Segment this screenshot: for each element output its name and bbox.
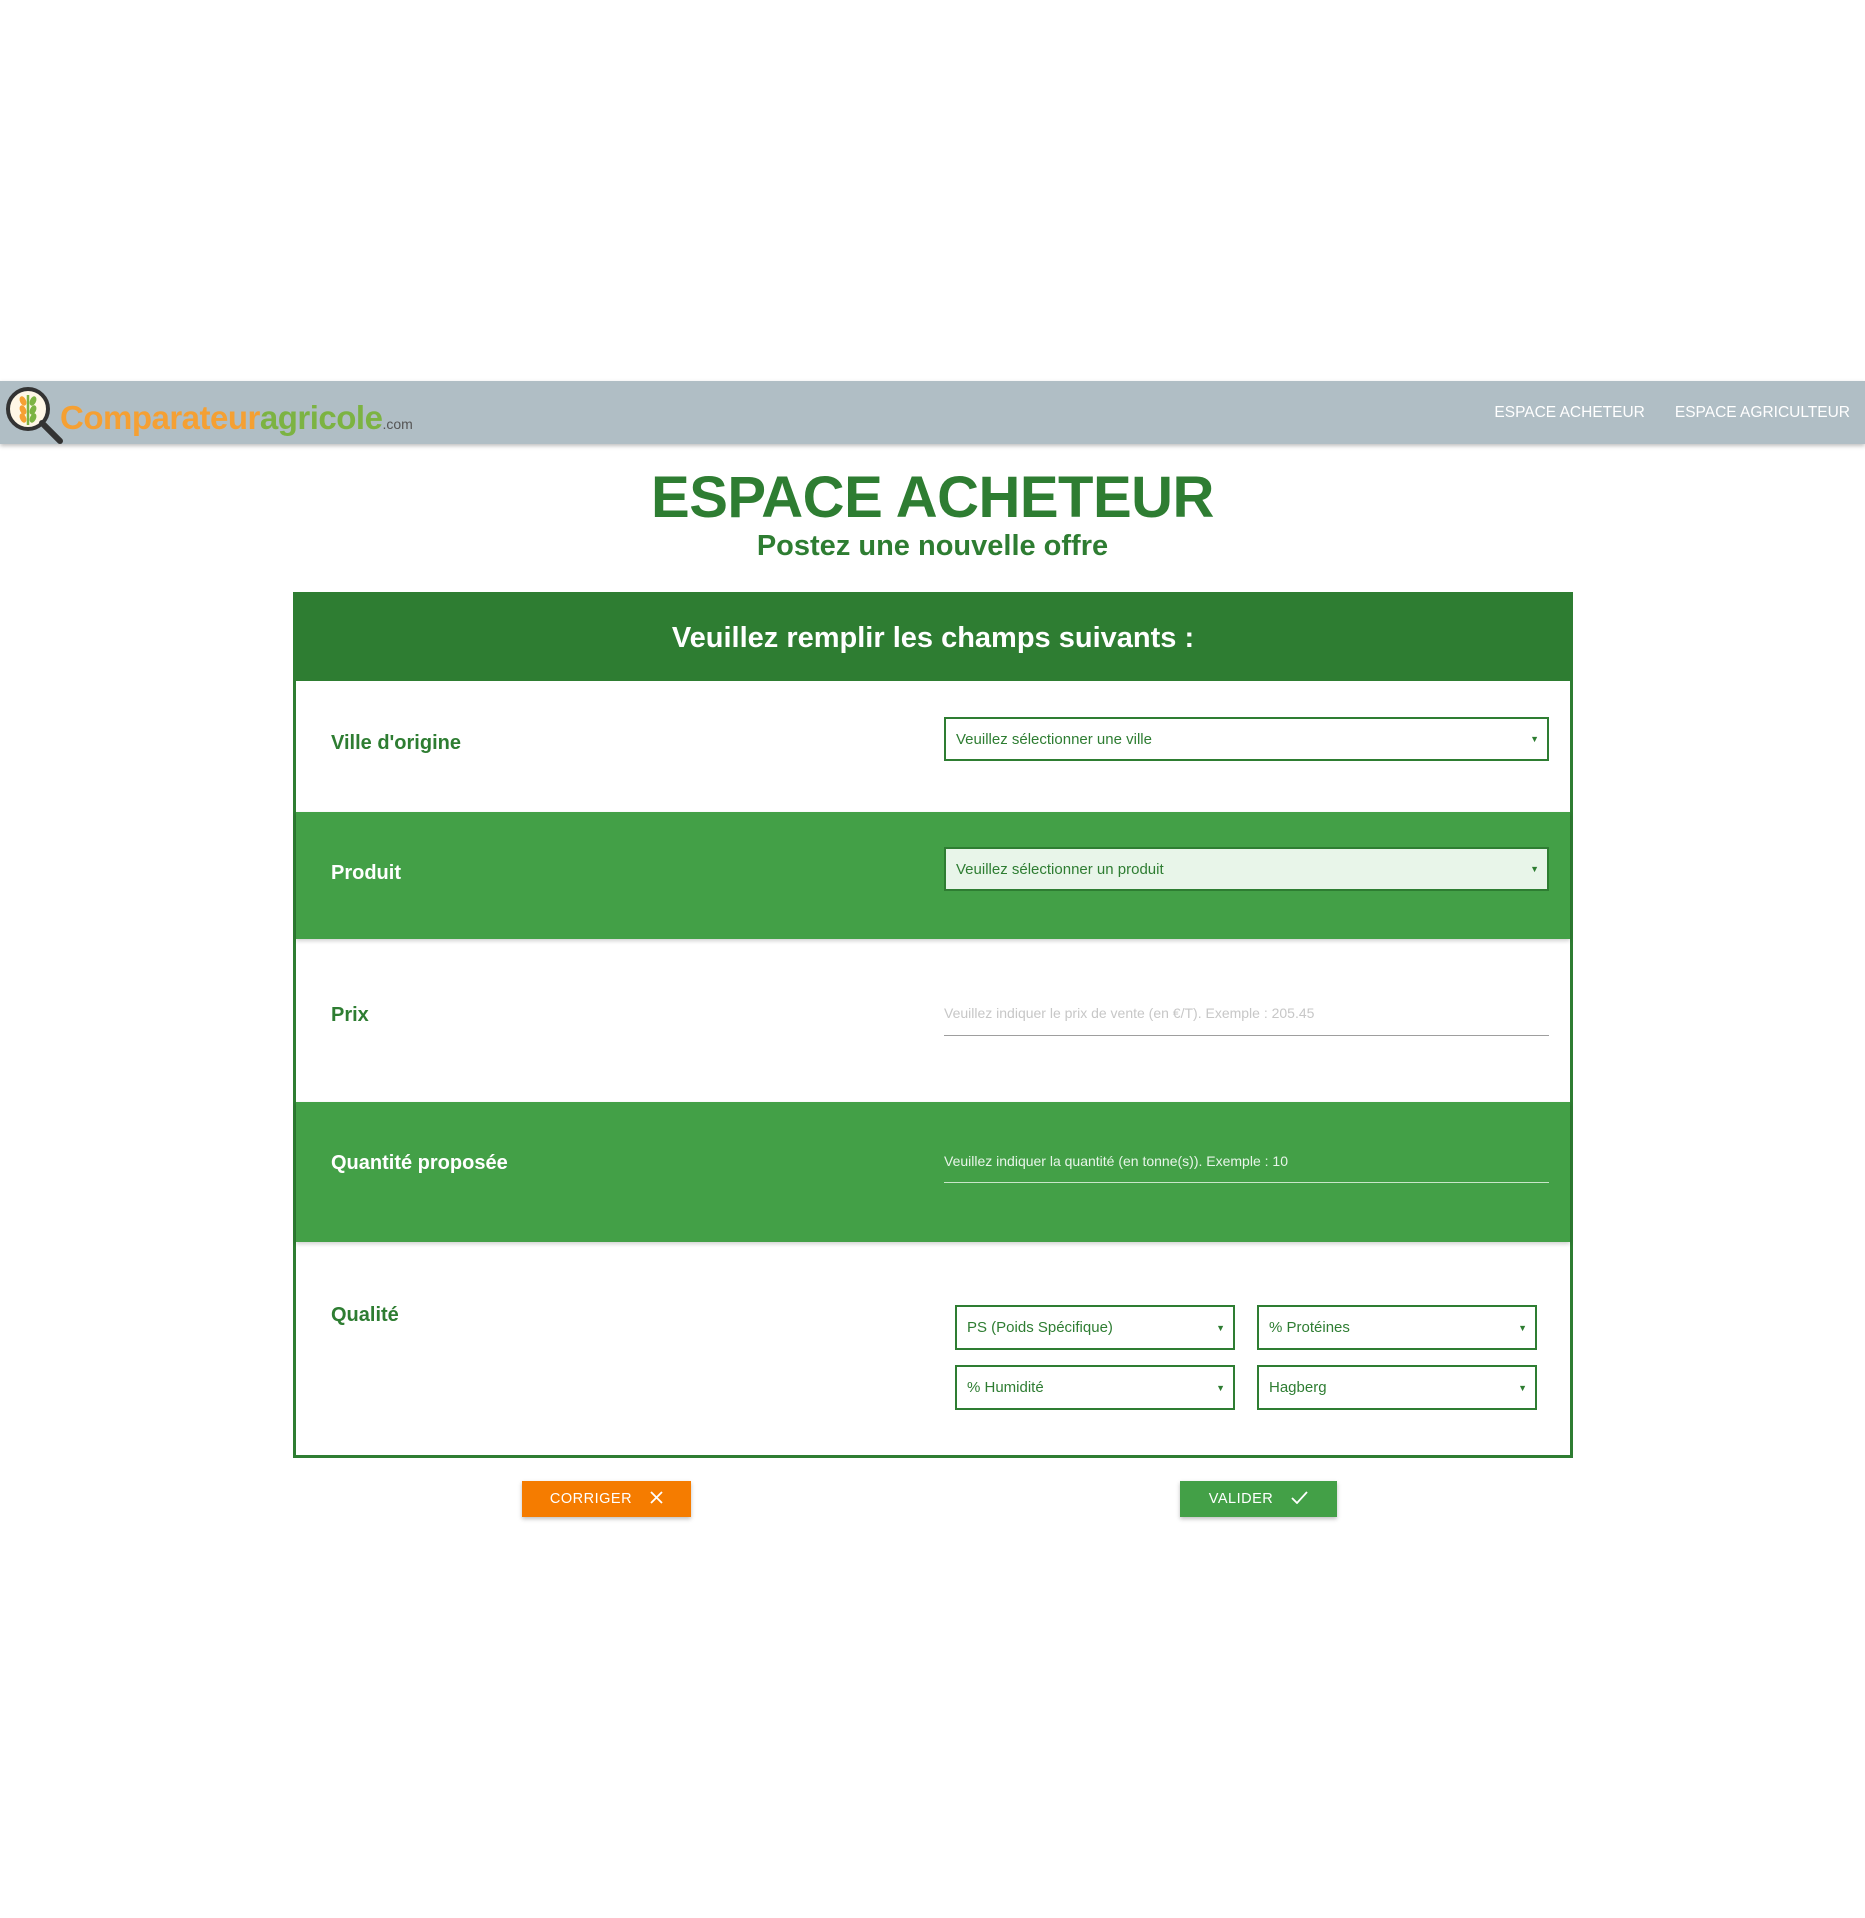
proteines-select-value: % Protéines xyxy=(1269,1319,1350,1336)
quantite-label: Quantité proposée xyxy=(331,1152,508,1174)
nav-links: ESPACE ACHETEUR ESPACE AGRICULTEUR xyxy=(1494,381,1850,444)
form-header: Veuillez remplir les champs suivants : xyxy=(296,595,1570,681)
ps-select-value: PS (Poids Spécifique) xyxy=(967,1319,1113,1336)
row-ville: Ville d'origine Veuillez sélectionner un… xyxy=(296,681,1570,812)
prix-input-underline xyxy=(944,1035,1549,1036)
hagberg-select[interactable]: Hagberg ▼ xyxy=(1257,1365,1537,1410)
quantite-input-underline xyxy=(944,1182,1549,1183)
chevron-down-icon: ▼ xyxy=(1530,734,1539,744)
ville-select[interactable]: Veuillez sélectionner une ville ▼ xyxy=(944,717,1549,761)
logo-text: Comparateuragricole.com xyxy=(60,401,413,434)
valider-button-label: VALIDER xyxy=(1208,1491,1274,1507)
ville-label: Ville d'origine xyxy=(331,732,461,754)
close-icon xyxy=(650,1490,663,1508)
site-logo[interactable]: Comparateuragricole.com xyxy=(2,383,413,445)
produit-label: Produit xyxy=(331,862,401,884)
chevron-down-icon: ▼ xyxy=(1518,1322,1527,1333)
chevron-down-icon: ▼ xyxy=(1530,864,1539,874)
humidite-select[interactable]: % Humidité ▼ xyxy=(955,1365,1235,1410)
chevron-down-icon: ▼ xyxy=(1518,1382,1527,1393)
nav-espace-acheteur[interactable]: ESPACE ACHETEUR xyxy=(1494,404,1644,422)
prix-label: Prix xyxy=(331,1004,369,1026)
proteines-select[interactable]: % Protéines ▼ xyxy=(1257,1305,1537,1350)
page-title: ESPACE ACHETEUR xyxy=(651,465,1214,530)
corriger-button[interactable]: CORRIGER xyxy=(522,1481,691,1517)
hagberg-select-value: Hagberg xyxy=(1269,1379,1327,1396)
quantite-input[interactable] xyxy=(944,1141,1549,1181)
chevron-down-icon: ▼ xyxy=(1216,1322,1225,1333)
row-prix: Prix xyxy=(296,939,1570,1102)
produit-select[interactable]: Veuillez sélectionner un produit ▼ xyxy=(944,847,1549,891)
logo-text-part1: Comparateur xyxy=(60,398,260,436)
offer-form: Veuillez remplir les champs suivants : V… xyxy=(293,592,1573,1458)
logo-text-suffix: .com xyxy=(382,415,413,432)
qualite-label: Qualité xyxy=(331,1304,399,1326)
row-qualite: Qualité PS (Poids Spécifique) ▼ % Protéi… xyxy=(296,1242,1570,1455)
row-produit: Produit Veuillez sélectionner un produit… xyxy=(296,812,1570,939)
check-icon xyxy=(1291,1490,1308,1508)
ville-select-value: Veuillez sélectionner une ville xyxy=(956,730,1152,748)
chevron-down-icon: ▼ xyxy=(1216,1382,1225,1393)
logo-text-part2: agricole xyxy=(259,398,383,436)
navbar: Comparateuragricole.com ESPACE ACHETEUR … xyxy=(0,381,1865,444)
corriger-button-label: CORRIGER xyxy=(549,1491,633,1507)
humidite-select-value: % Humidité xyxy=(967,1379,1044,1396)
prix-input[interactable] xyxy=(944,993,1549,1033)
magnifier-wheat-icon xyxy=(2,383,64,445)
valider-button[interactable]: VALIDER xyxy=(1180,1481,1337,1517)
ps-select[interactable]: PS (Poids Spécifique) ▼ xyxy=(955,1305,1235,1350)
page-subtitle: Postez une nouvelle offre xyxy=(756,530,1109,562)
nav-espace-agriculteur[interactable]: ESPACE AGRICULTEUR xyxy=(1675,404,1850,422)
row-quantite: Quantité proposée xyxy=(296,1102,1570,1242)
produit-select-value: Veuillez sélectionner un produit xyxy=(956,860,1164,878)
